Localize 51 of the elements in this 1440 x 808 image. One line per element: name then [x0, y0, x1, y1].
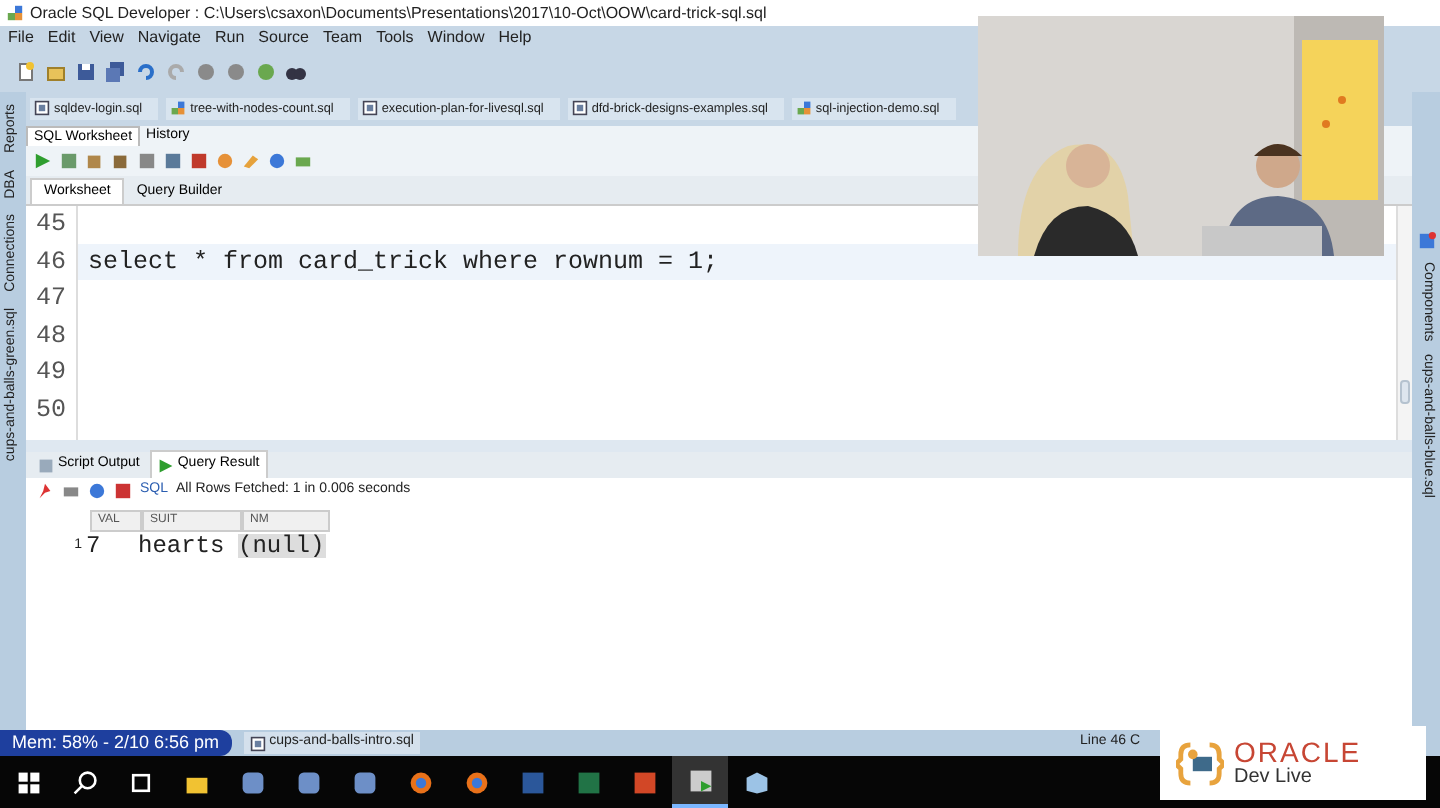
- line-number: 45: [35, 208, 66, 242]
- menu-item[interactable]: Source: [258, 26, 310, 50]
- task-view-icon: [127, 769, 153, 795]
- app-icon: [239, 769, 265, 795]
- file-icon: [34, 100, 50, 117]
- menu-item[interactable]: Navigate: [137, 26, 201, 50]
- taskbar-button[interactable]: [672, 756, 728, 808]
- file-icon: [571, 100, 588, 117]
- cube-icon: [743, 769, 769, 795]
- new-file-icon[interactable]: [16, 61, 36, 81]
- folder-icon[interactable]: [46, 61, 66, 81]
- line-number: 47: [35, 282, 66, 316]
- logo-icon: [1176, 739, 1224, 787]
- menu-item[interactable]: File: [8, 26, 34, 50]
- menu-item[interactable]: Edit: [47, 26, 76, 50]
- run-icon[interactable]: [34, 152, 52, 170]
- menu-item[interactable]: Window: [427, 26, 485, 50]
- file-tree-icon: [170, 100, 187, 117]
- file-tree-icon: [795, 100, 812, 117]
- table-cell-text: hearts: [138, 533, 227, 557]
- app-icon: [6, 4, 24, 22]
- scrollbar-thumb[interactable]: [1400, 380, 1410, 404]
- brand-name: ORACLE: [1234, 737, 1362, 765]
- memory-indicator: Mem: 58% - 2/10 6:56 pm: [0, 730, 232, 756]
- table-cell: (null): [238, 533, 326, 557]
- menu-item[interactable]: Team: [323, 26, 363, 50]
- search-icon: [71, 769, 97, 795]
- line-number: 46: [35, 245, 66, 279]
- line-number: 50: [35, 393, 66, 427]
- app-icon: [351, 769, 377, 795]
- menu-item[interactable]: Tools: [376, 26, 414, 50]
- app-icon: [295, 769, 321, 795]
- menu-item[interactable]: View: [89, 26, 124, 50]
- window-title: Oracle SQL Developer : C:\Users\csaxon\Documents\Presentations\2017\10-Oct\OOW\card-trick-sql.sql: [30, 1, 767, 25]
- undo-icon[interactable]: [136, 61, 156, 81]
- logo-subtitle: Dev Live: [1234, 765, 1314, 789]
- file-icon: [361, 100, 378, 117]
- line-number: 49: [35, 356, 66, 390]
- file-icon: [249, 735, 266, 751]
- run-icon: [157, 457, 174, 473]
- save-icon[interactable]: [76, 61, 96, 81]
- browser-icon: [407, 769, 433, 795]
- table-cell-text: 7: [86, 533, 103, 557]
- save-all-icon[interactable]: [106, 61, 126, 81]
- line-number: 48: [35, 319, 66, 353]
- components-icon[interactable]: [1417, 232, 1435, 250]
- pin-icon[interactable]: [36, 482, 54, 500]
- windows-icon: [15, 769, 41, 795]
- browser-icon: [463, 769, 489, 795]
- menu-item[interactable]: Help: [498, 26, 532, 50]
- menu-item[interactable]: Run: [214, 26, 245, 50]
